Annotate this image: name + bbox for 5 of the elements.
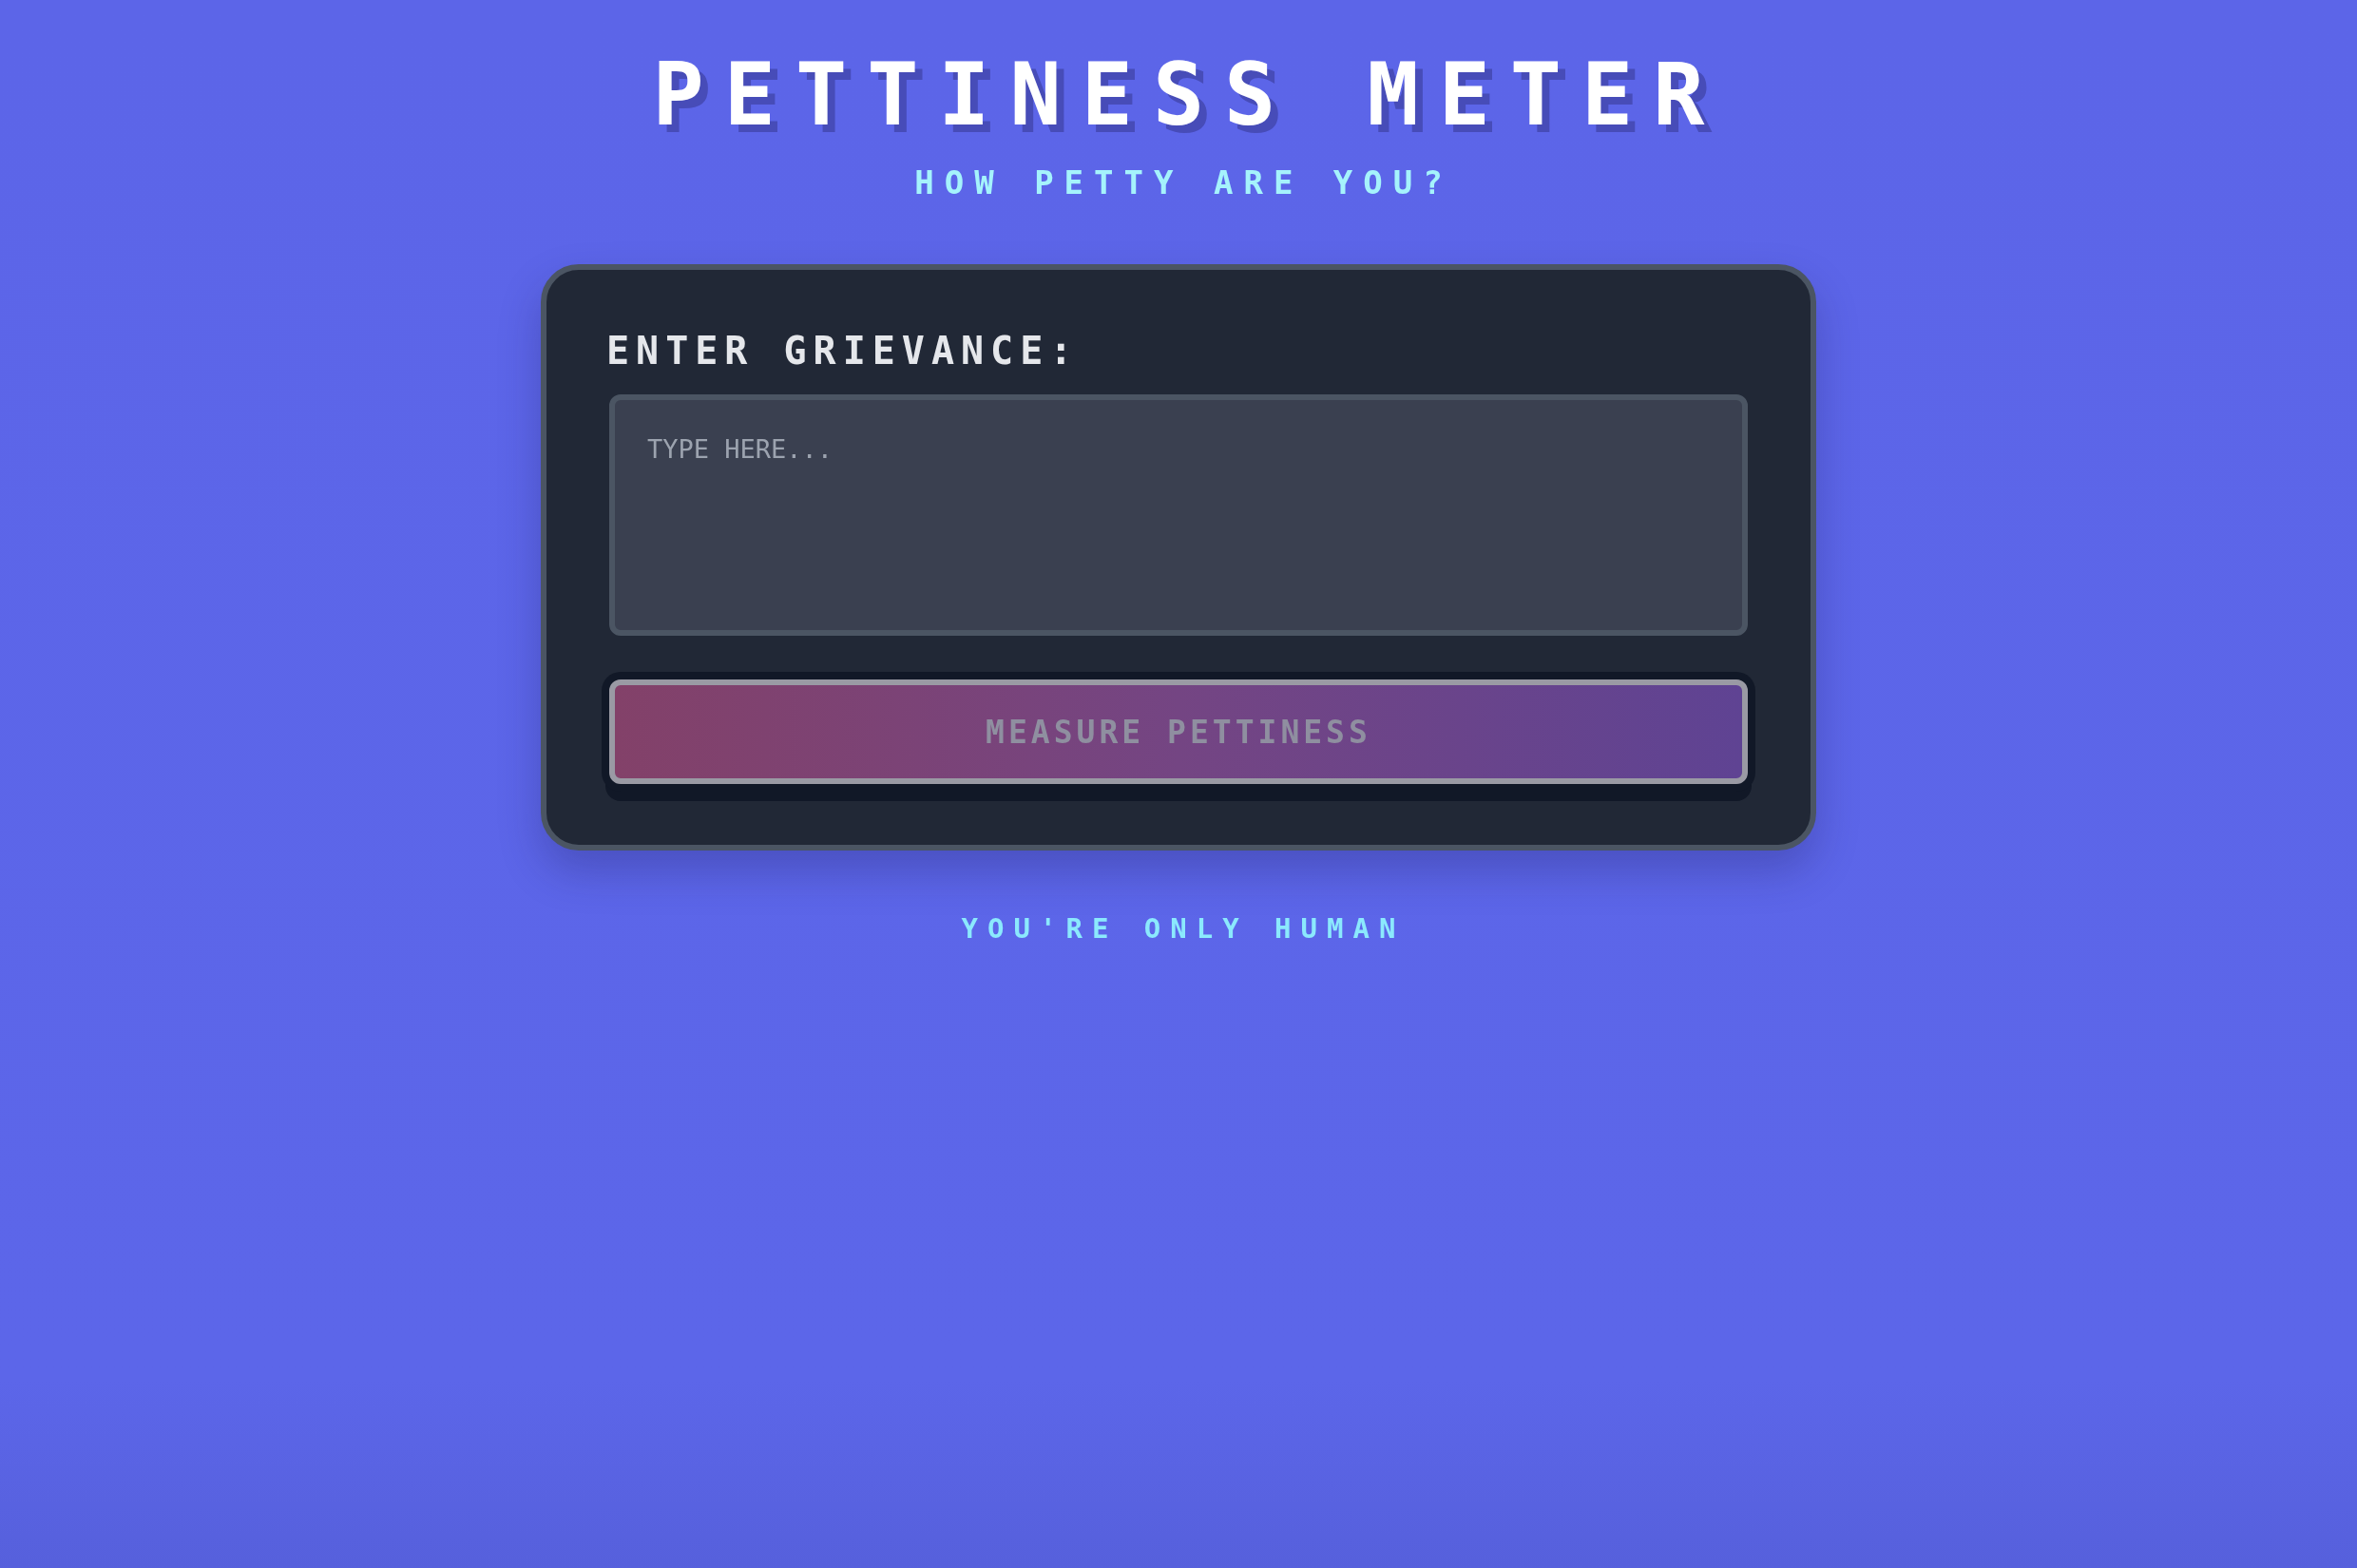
page-title: PETTINESS METER [651, 52, 1725, 138]
footer-text: YOU'RE ONLY HUMAN [960, 915, 1406, 943]
grievance-field[interactable]: TYPE HERE... [609, 394, 1748, 636]
grievance-label: ENTER GRIEVANCE: [606, 332, 1080, 370]
page-subtitle: HOW PETTY ARE YOU? [913, 166, 1453, 199]
